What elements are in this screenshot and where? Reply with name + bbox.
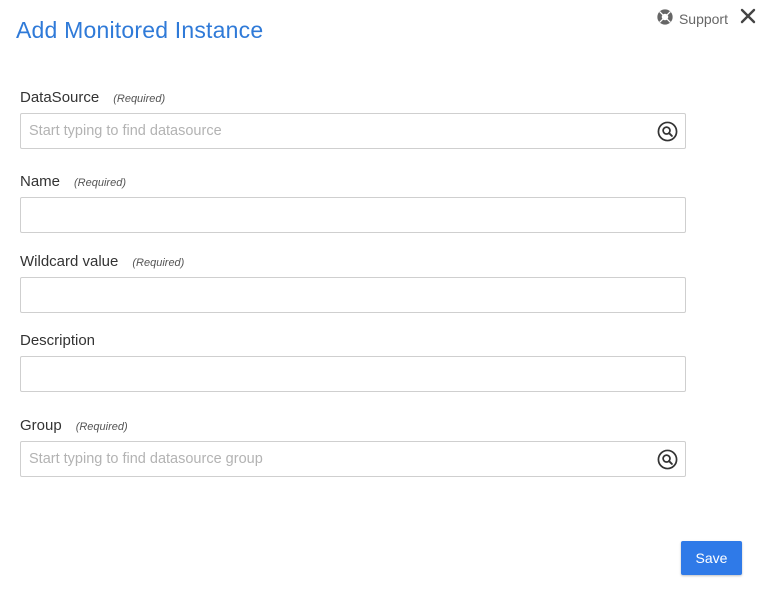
required-note: (Required) [132,257,185,269]
group-label: Group [20,417,62,434]
description-input[interactable] [21,357,685,391]
wildcard-field: Wildcard value (Required) [20,253,686,313]
support-link[interactable]: Support [656,8,728,29]
lifebuoy-icon [656,8,674,29]
datasource-field: DataSource (Required) [20,89,686,149]
required-note: (Required) [113,93,166,105]
support-label: Support [678,10,728,27]
required-note: (Required) [75,421,128,433]
dialog-title: Add Monitored Instance [16,17,264,43]
group-input[interactable] [21,442,685,476]
datasource-label: DataSource [20,89,100,106]
wildcard-input[interactable] [21,278,685,312]
group-search-button[interactable] [656,448,678,470]
wildcard-label: Wildcard value [20,253,119,270]
save-button[interactable]: Save [681,541,742,575]
search-icon [657,121,677,141]
group-field: Group (Required) [20,417,686,477]
description-field: Description [20,332,686,392]
required-note: (Required) [74,177,126,189]
close-icon [740,8,756,29]
header-actions: Support [656,8,758,29]
close-button[interactable] [738,8,758,29]
name-input[interactable] [21,198,685,232]
datasource-search-button[interactable] [656,120,678,142]
search-icon [657,449,677,469]
datasource-input[interactable] [21,114,685,148]
name-label: Name [20,173,61,190]
name-field: Name (Required) [20,173,686,233]
description-label: Description [20,332,96,349]
